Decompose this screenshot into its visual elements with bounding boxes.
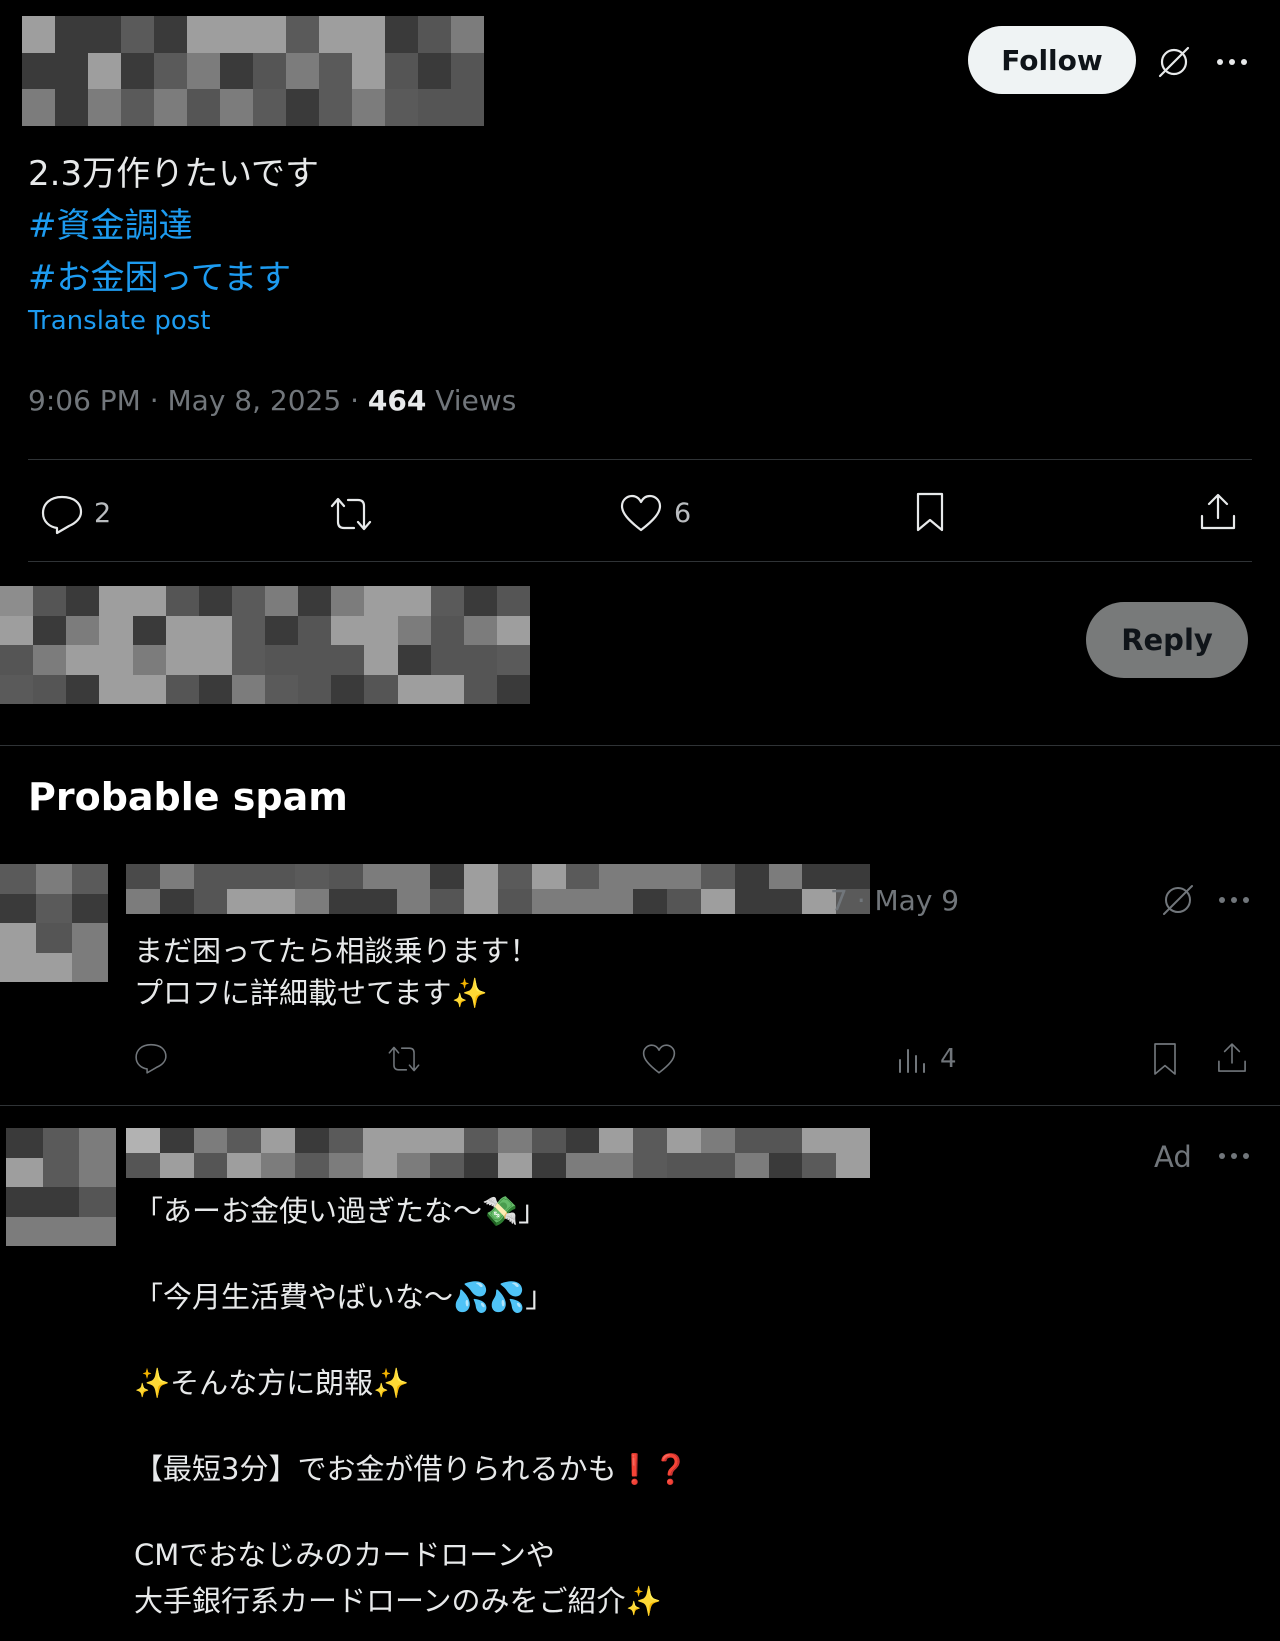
reply-text: まだ困ってたら相談乗ります！ プロフに詳細載せてます✨: [134, 928, 1134, 1012]
user-name-pixelated: [126, 864, 870, 914]
ad-line: 「今月生活費やばいな〜💦💦」: [134, 1280, 555, 1314]
translate-post-link[interactable]: Translate post: [28, 306, 210, 336]
repost-icon[interactable]: [384, 1042, 424, 1076]
like-count: 6: [674, 498, 692, 529]
divider: [28, 459, 1252, 460]
timestamp[interactable]: 9:06 PM · May 8, 2025 ·: [28, 384, 368, 417]
more-icon[interactable]: [1216, 886, 1252, 914]
reply-line: プロフに詳細載せてます✨: [134, 976, 488, 1010]
divider: [28, 561, 1252, 562]
views-count: 464: [367, 384, 427, 417]
like-icon[interactable]: [640, 1042, 678, 1076]
views-label: Views: [426, 384, 517, 417]
divider: [0, 1105, 1280, 1106]
divider: [0, 745, 1280, 746]
like-icon[interactable]: [618, 492, 664, 534]
composer-pixelated: [0, 586, 530, 704]
reply-count: 2: [94, 498, 112, 529]
reply-icon[interactable]: [132, 1040, 170, 1076]
tweet-text: 2.3万作りたいです: [28, 154, 320, 194]
share-icon[interactable]: [1196, 490, 1240, 534]
ad-line: 大手銀行系カードローンのみをご紹介✨: [134, 1584, 662, 1618]
ad-line: 【最短3分】でお金が借りられるかも❗❓: [134, 1452, 689, 1486]
more-icon[interactable]: [1214, 48, 1250, 76]
repost-icon[interactable]: [326, 492, 376, 536]
hashtag-link[interactable]: #お金困ってます: [28, 250, 291, 299]
grok-icon[interactable]: [1154, 42, 1194, 82]
reply-date[interactable]: 7 · May 9: [830, 884, 959, 917]
views-icon[interactable]: [896, 1044, 928, 1076]
tweet-meta: 9:06 PM · May 8, 2025 · 464 Views: [28, 384, 516, 417]
section-heading: Probable spam: [28, 775, 348, 819]
views-count: 4: [940, 1044, 957, 1074]
follow-button[interactable]: Follow: [968, 26, 1136, 94]
bookmark-icon[interactable]: [912, 490, 948, 534]
bookmark-icon[interactable]: [1150, 1040, 1180, 1078]
advertiser-name-pixelated: [126, 1128, 870, 1178]
more-icon[interactable]: [1216, 1142, 1252, 1170]
ad-text: 「あーお金使い過ぎたな〜💸」 「今月生活費やばいな〜💦💦」 ✨そんな方に朗報✨ …: [134, 1188, 1134, 1618]
author-name-pixelated: [22, 16, 484, 126]
ad-label: Ad: [1154, 1140, 1192, 1174]
share-icon[interactable]: [1214, 1040, 1250, 1076]
hashtag-link[interactable]: #資金調達: [28, 198, 193, 247]
avatar[interactable]: [6, 1128, 116, 1246]
grok-icon[interactable]: [1158, 880, 1198, 920]
reply-icon[interactable]: [38, 491, 86, 537]
avatar[interactable]: [0, 864, 108, 982]
reply-line: まだ困ってたら相談乗ります！: [134, 934, 539, 968]
ad-line: CMでおなじみのカードローンや: [134, 1538, 555, 1572]
ad-line: ✨そんな方に朗報✨: [134, 1366, 410, 1400]
reply-button[interactable]: Reply: [1086, 602, 1248, 678]
ad-line: 「あーお金使い過ぎたな〜💸」: [134, 1194, 548, 1228]
